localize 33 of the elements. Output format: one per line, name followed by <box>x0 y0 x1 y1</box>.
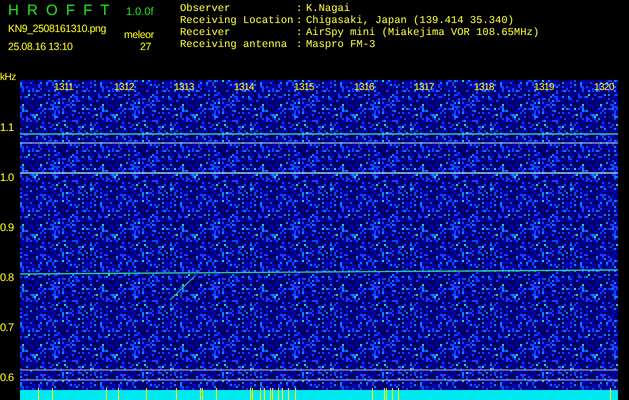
app-title: H R O F F T <box>8 2 112 19</box>
counter-label: meleor <box>124 29 154 41</box>
axis-tick-label: 0.7 <box>0 322 14 334</box>
info-label: Receiving antenna <box>180 39 288 51</box>
info-value: Maspro FM-3 <box>306 39 376 51</box>
axis-tick-label: 1312 <box>114 82 134 93</box>
info-separator: : <box>296 39 304 51</box>
info-separator: : <box>296 15 304 27</box>
info-label: Receiver <box>180 27 232 39</box>
axis-tick-label: 0.8 <box>0 272 14 284</box>
axis-tick-label: 1315 <box>294 82 314 93</box>
info-value: K.Nagai <box>306 3 352 15</box>
info-value: Chigasaki, Japan (139.414 35.340) <box>306 15 515 27</box>
axis-tick-label: 1313 <box>174 82 194 93</box>
axis-tick-label: 1320 <box>594 82 614 93</box>
axis-unit-label: kHz <box>0 72 16 83</box>
axis-tick-label: 1.0 <box>0 172 14 184</box>
filename-label: KN9_2508161310.png <box>8 23 107 35</box>
axis-tick-label: 0.6 <box>0 372 14 384</box>
axis-tick-label: 1.1 <box>0 122 14 134</box>
axis-tick-label: 1317 <box>414 82 434 93</box>
version-label: 1.0.0f <box>126 6 154 18</box>
axis-tick-label: 1311 <box>54 82 74 93</box>
axis-tick-label: 1319 <box>534 82 554 93</box>
axis-tick-label: 0.9 <box>0 222 14 234</box>
counter-value: 27 <box>140 41 151 53</box>
info-value: AirSpy mini (Miakejima VOR 108.65MHz) <box>306 27 540 39</box>
info-separator: : <box>296 3 304 15</box>
axis-tick-label: 1316 <box>354 82 374 93</box>
info-separator: : <box>296 27 304 39</box>
info-label: Receiving Location <box>180 15 294 27</box>
info-label: Observer <box>180 3 232 15</box>
timestamp-label: 25.08.16 13:10 <box>8 41 74 53</box>
